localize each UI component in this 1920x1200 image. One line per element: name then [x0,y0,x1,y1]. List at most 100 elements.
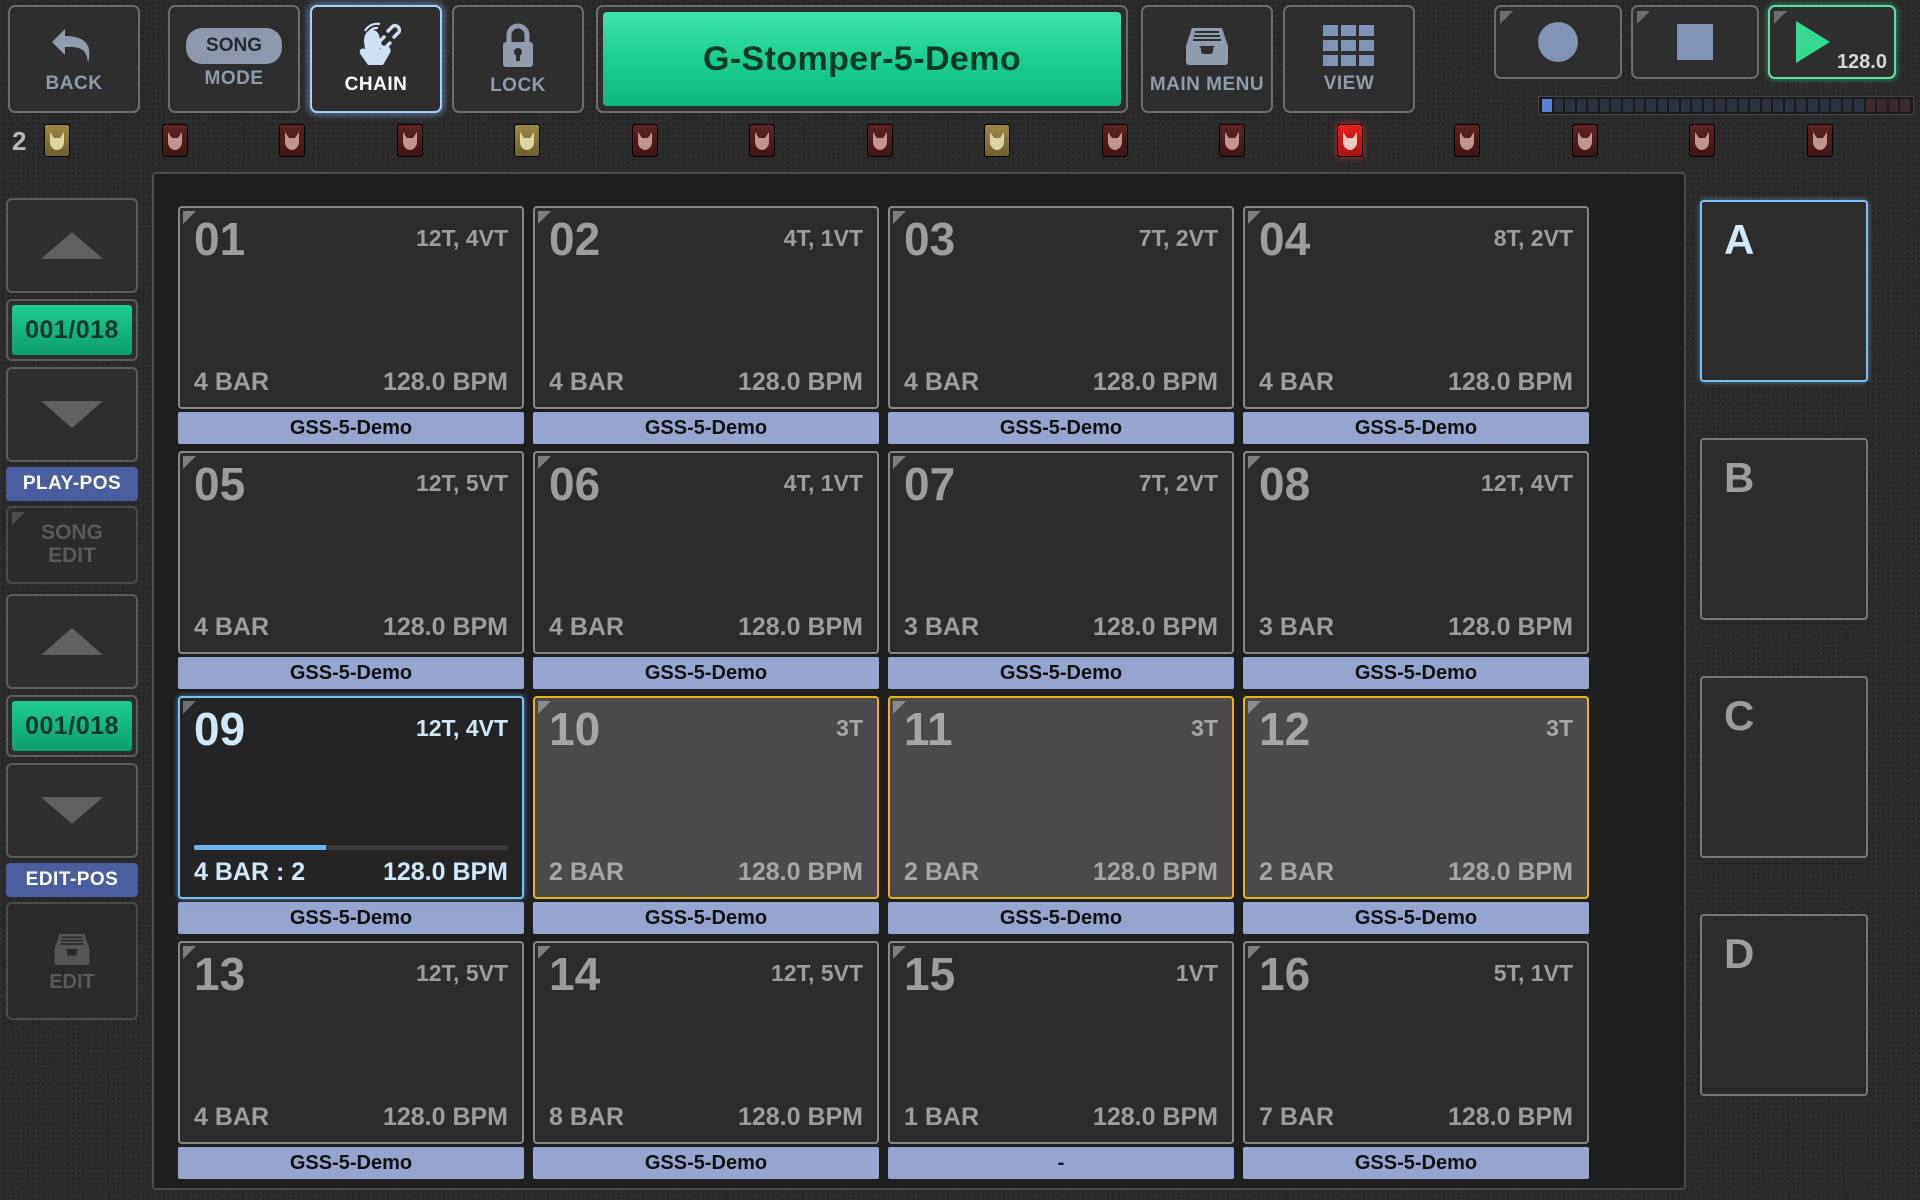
main-menu-button[interactable]: MAIN MENU [1141,5,1273,113]
track-icon-14[interactable] [1571,124,1598,157]
step-cell [1715,99,1725,112]
pattern-bar-length: 4 BAR [194,368,270,396]
track-icon-15[interactable] [1689,124,1715,157]
pattern-slot: 16 5T, 1VT 7 BAR 128.0 BPM GSS-5-Demo [1243,941,1589,1179]
lock-button[interactable]: LOCK [452,5,584,113]
pattern-cell-16[interactable]: 16 5T, 1VT 7 BAR 128.0 BPM [1243,941,1589,1144]
track-icon-8[interactable] [866,124,893,157]
track-icon-16[interactable] [1806,124,1833,157]
pattern-name-label[interactable]: GSS-5-Demo [178,902,524,934]
pattern-cell-02[interactable]: 02 4T, 1VT 4 BAR 128.0 BPM [533,206,879,409]
play-pos-up-button[interactable] [6,198,138,293]
pattern-cell-03[interactable]: 03 7T, 2VT 4 BAR 128.0 BPM [888,206,1234,409]
pattern-name-label[interactable]: GSS-5-Demo [1243,902,1589,934]
pattern-bar-length: 2 BAR [904,858,980,886]
track-icon-1[interactable] [44,124,70,157]
pattern-cell-15[interactable]: 15 1VT 1 BAR 128.0 BPM [888,941,1234,1144]
pattern-track-count: 5T, 1VT [1493,960,1573,986]
mode-button[interactable]: SONG MODE [168,5,300,113]
step-meter[interactable] [1538,96,1914,115]
corner-marker-icon [893,946,906,959]
track-icon-7[interactable] [749,124,775,157]
pattern-name-label[interactable]: GSS-5-Demo [888,657,1234,689]
pattern-number: 15 [904,948,956,1000]
step-cell [1657,99,1668,112]
track-icon-9[interactable] [984,124,1010,157]
pattern-slot: 05 12T, 5VT 4 BAR 128.0 BPM GSS-5-Demo [178,451,524,689]
step-cell [1611,99,1621,112]
song-edit-button[interactable]: SONG EDIT [6,506,138,584]
track-icon-13[interactable] [1454,124,1480,157]
scene-button-B[interactable]: B [1700,438,1868,620]
pattern-bar-length: 3 BAR [1259,613,1335,641]
lock-button-label: LOCK [490,75,546,96]
pattern-bpm: 128.0 BPM [1092,368,1218,396]
edit-pos-down-button[interactable] [6,763,138,858]
main-menu-button-label: MAIN MENU [1149,74,1265,95]
pattern-cell-05[interactable]: 05 12T, 5VT 4 BAR 128.0 BPM [178,451,524,654]
corner-marker-icon [12,512,25,525]
pattern-cell-07[interactable]: 07 7T, 2VT 3 BAR 128.0 BPM [888,451,1234,654]
pattern-name-label[interactable]: GSS-5-Demo [533,412,879,444]
track-icon-12[interactable] [1336,124,1363,157]
song-pill-icon: SONG [186,28,282,64]
play-pos-down-button[interactable] [6,367,138,462]
step-cell [1703,99,1714,112]
pattern-name-label[interactable]: GSS-5-Demo [533,902,879,934]
step-cell [1565,99,1575,112]
pattern-cell-13[interactable]: 13 12T, 5VT 4 BAR 128.0 BPM [178,941,524,1144]
scene-button-C[interactable]: C [1700,676,1868,858]
pattern-cell-06[interactable]: 06 4T, 1VT 4 BAR 128.0 BPM [533,451,879,654]
corner-marker-icon [893,211,906,224]
pattern-cell-11[interactable]: 11 3T 2 BAR 128.0 BPM [888,696,1234,899]
pattern-number: 16 [1259,948,1311,1000]
pattern-name-label[interactable]: GSS-5-Demo [178,412,524,444]
pattern-name-label[interactable]: GSS-5-Demo [888,412,1234,444]
track-icon-2[interactable] [161,124,188,157]
pattern-cell-09[interactable]: 09 12T, 4VT 4 BAR : 2 128.0 BPM [178,696,524,899]
stop-button[interactable] [1631,5,1759,79]
pattern-cell-12[interactable]: 12 3T 2 BAR 128.0 BPM [1243,696,1589,899]
track-icon-6[interactable] [631,124,658,157]
chain-button[interactable]: CHAIN [310,5,442,113]
pattern-bpm: 128.0 BPM [1447,368,1573,396]
edit-pos-readout[interactable]: 001/018 [6,695,138,757]
pattern-track-count: 3T [1191,715,1218,741]
pattern-number: 04 [1259,213,1311,265]
pattern-cell-08[interactable]: 08 12T, 4VT 3 BAR 128.0 BPM [1243,451,1589,654]
track-icon-10[interactable] [1101,124,1128,157]
pattern-name-label[interactable]: GSS-5-Demo [178,657,524,689]
pattern-bpm: 128.0 BPM [382,1103,508,1131]
pattern-bar-length: 4 BAR : 2 [194,858,306,886]
edit-button[interactable]: EDIT [6,902,138,1020]
pattern-cell-14[interactable]: 14 12T, 5VT 8 BAR 128.0 BPM [533,941,879,1144]
track-icon-4[interactable] [396,124,423,157]
pattern-name-label[interactable]: GSS-5-Demo [888,902,1234,934]
pattern-name-label[interactable]: - [888,1147,1234,1179]
scene-button-A[interactable]: A [1700,200,1868,382]
pattern-cell-01[interactable]: 01 12T, 4VT 4 BAR 128.0 BPM [178,206,524,409]
song-title-button[interactable]: G-Stomper-5-Demo [596,5,1128,113]
back-button[interactable]: BACK [8,5,140,113]
track-icon-5[interactable] [514,124,540,157]
pattern-name-label[interactable]: GSS-5-Demo [1243,412,1589,444]
pattern-name-label[interactable]: GSS-5-Demo [1243,657,1589,689]
edit-pos-up-button[interactable] [6,594,138,689]
pattern-name-label[interactable]: GSS-5-Demo [1243,1147,1589,1179]
scene-button-D[interactable]: D [1700,914,1868,1096]
play-pos-readout[interactable]: 001/018 [6,299,138,361]
track-icon-3[interactable] [279,124,305,157]
pattern-cell-04[interactable]: 04 8T, 2VT 4 BAR 128.0 BPM [1243,206,1589,409]
pattern-name-label[interactable]: GSS-5-Demo [533,657,879,689]
pattern-cell-10[interactable]: 10 3T 2 BAR 128.0 BPM [533,696,879,899]
pattern-name-label[interactable]: GSS-5-Demo [178,1147,524,1179]
pattern-bpm: 128.0 BPM [382,368,508,396]
view-button[interactable]: VIEW [1283,5,1415,113]
play-button[interactable]: 128.0 [1768,5,1896,79]
pattern-bpm: 128.0 BPM [1092,613,1218,641]
pattern-name-label[interactable]: GSS-5-Demo [533,1147,879,1179]
corner-marker-icon [1248,456,1261,469]
track-icon-11[interactable] [1219,124,1245,157]
pattern-bar-length: 4 BAR [1259,368,1335,396]
record-button[interactable] [1494,5,1622,79]
